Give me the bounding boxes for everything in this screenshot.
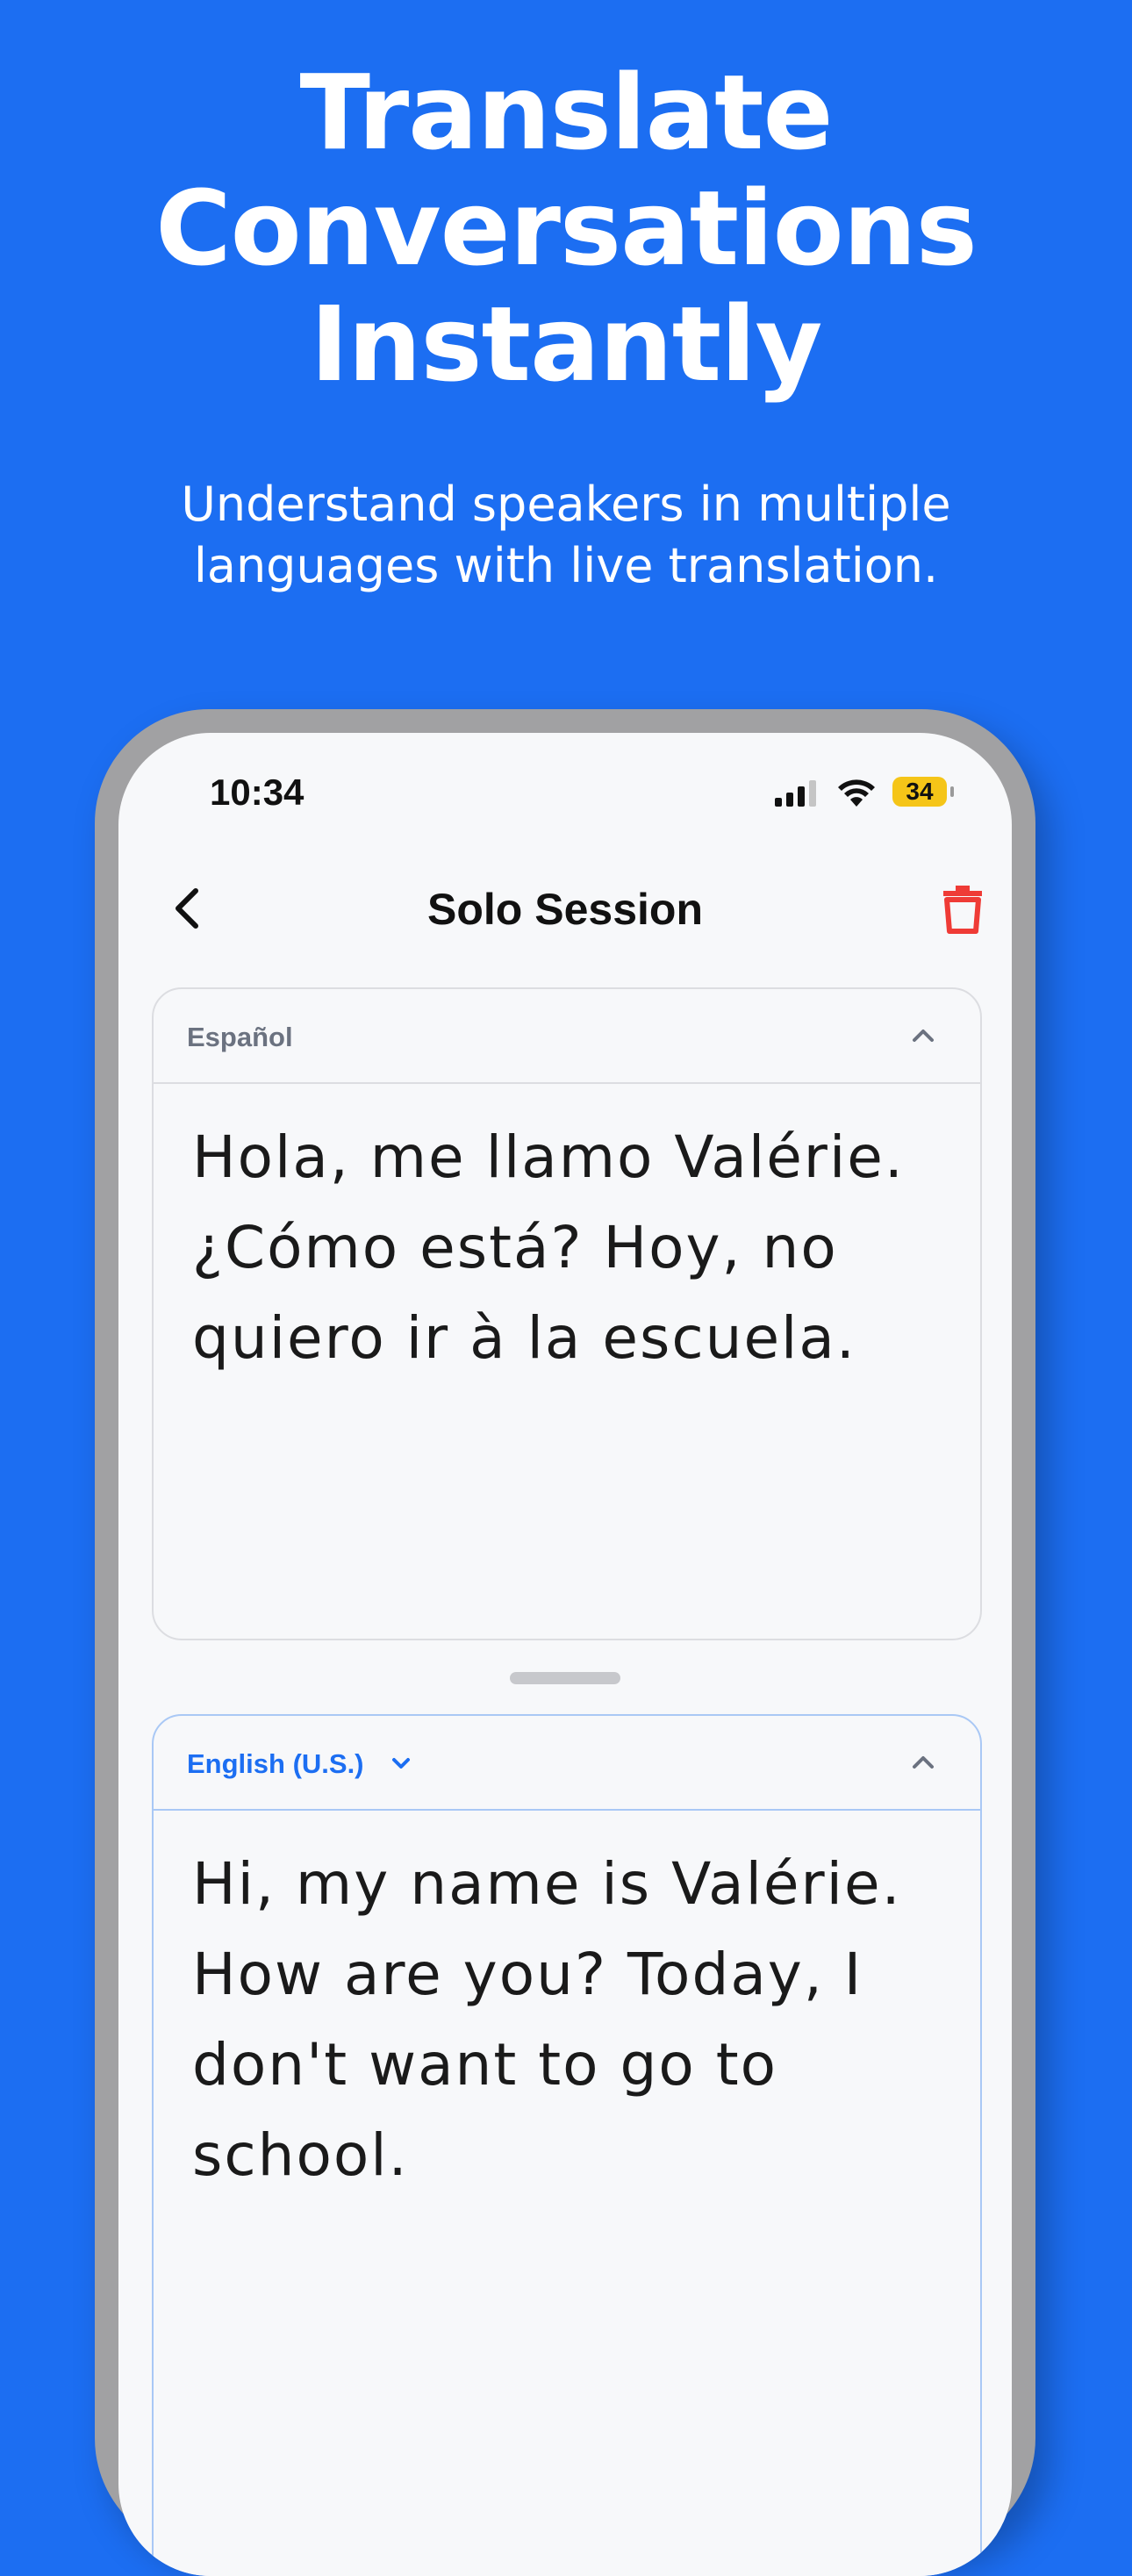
navigation-bar: Solo Session xyxy=(118,865,1012,952)
chevron-down-icon[interactable] xyxy=(390,1754,412,1772)
battery-tip xyxy=(950,786,954,797)
chevron-up-icon[interactable] xyxy=(910,1749,936,1776)
translated-text: Hi, my name is Valérie. How are you? Tod… xyxy=(192,1850,902,2189)
target-language-selector[interactable]: English (U.S.) xyxy=(187,1748,364,1780)
page-title: Solo Session xyxy=(427,885,703,934)
wifi-icon xyxy=(838,779,875,807)
source-language-panel: Español Hola, me llamo Valérie. ¿Cómo es… xyxy=(152,987,982,1640)
resize-drag-handle[interactable] xyxy=(510,1672,620,1684)
hero-title-line: Instantly xyxy=(310,283,823,405)
hero-subtitle-line: languages with live translation. xyxy=(193,538,939,593)
delete-trash-icon[interactable] xyxy=(938,882,987,935)
source-panel-header[interactable]: Español xyxy=(154,989,980,1084)
hero-title: Translate Conversations Instantly xyxy=(0,54,1132,402)
status-time: 10:34 xyxy=(210,771,304,813)
battery-icon: 34 xyxy=(892,777,947,807)
phone-frame: 10:34 34 Solo Session Español Hola, me l… xyxy=(95,709,1035,2576)
cellular-signal-icon xyxy=(775,780,816,807)
phone-screen: 10:34 34 Solo Session Español Hola, me l… xyxy=(118,733,1012,2576)
target-panel-header[interactable]: English (U.S.) xyxy=(154,1716,980,1811)
source-transcript-text: Hola, me llamo Valérie. ¿Cómo está? Hoy,… xyxy=(192,1123,905,1372)
hero-title-line: Conversations xyxy=(155,168,978,289)
source-language-label: Español xyxy=(187,1022,293,1052)
target-language-panel: English (U.S.) Hi, my name is Valérie. H… xyxy=(152,1714,982,2576)
hero-title-line: Translate xyxy=(299,52,833,173)
status-bar: 10:34 34 xyxy=(118,733,1012,838)
hero-subtitle: Understand speakers in multiple language… xyxy=(0,474,1132,597)
hero-subtitle-line: Understand speakers in multiple xyxy=(181,477,951,532)
chevron-up-icon[interactable] xyxy=(910,1023,936,1049)
